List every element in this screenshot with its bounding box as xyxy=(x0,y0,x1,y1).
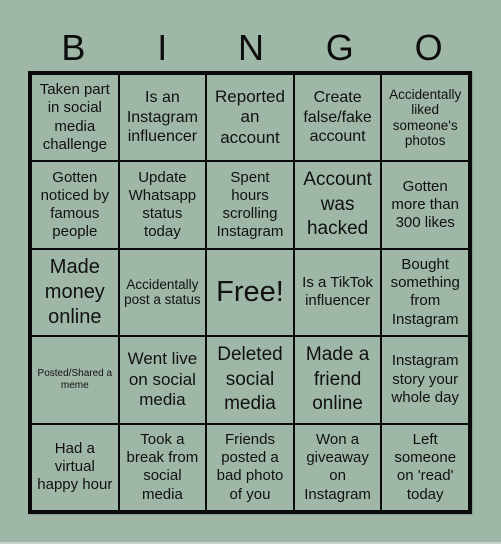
bingo-cell-n5[interactable]: Friends posted a bad photo of you xyxy=(206,423,294,511)
bingo-cell-o4[interactable]: Instagram story your whole day xyxy=(381,336,469,424)
free-space[interactable]: Free! xyxy=(206,248,294,337)
header-letter-o: O xyxy=(414,27,443,68)
bingo-cell-b1[interactable]: Taken part in social media challenge xyxy=(31,74,119,162)
bingo-cell-g1[interactable]: Create false/fake account xyxy=(293,74,382,162)
bingo-header: B I N G O xyxy=(29,28,473,68)
header-letter-i: I xyxy=(157,27,168,68)
bingo-cell-b2[interactable]: Gotten noticed by famous people xyxy=(31,161,119,249)
bingo-cell-n2[interactable]: Spent hours scrolling Instagram xyxy=(206,161,294,249)
bingo-cell-o5[interactable]: Left someone on 'read' today xyxy=(381,423,469,511)
bingo-cell-b4[interactable]: Posted/Shared a meme xyxy=(31,336,119,424)
bingo-cell-g4[interactable]: Made a friend online xyxy=(293,336,382,424)
bingo-cell-g3[interactable]: Is a TikTok influencer xyxy=(293,248,382,337)
bingo-cell-g5[interactable]: Won a giveaway on Instagram xyxy=(293,423,382,511)
bingo-cell-o3[interactable]: Bought something from Instagram xyxy=(381,248,469,337)
bingo-cell-b3[interactable]: Made money online xyxy=(31,248,119,337)
bingo-cell-i4[interactable]: Went live on social media xyxy=(118,336,207,424)
bingo-cell-o2[interactable]: Gotten more than 300 likes xyxy=(381,161,469,249)
bingo-cell-n4[interactable]: Deleted social media xyxy=(206,336,294,424)
bingo-cell-o1[interactable]: Accidentally liked someone's photos xyxy=(381,74,469,162)
bingo-cell-i1[interactable]: Is an Instagram influencer xyxy=(118,74,207,162)
bingo-cell-b5[interactable]: Had a virtual happy hour xyxy=(31,423,119,511)
bingo-cell-i3[interactable]: Accidentally post a status xyxy=(118,248,207,337)
header-letter-n: N xyxy=(237,27,264,68)
bingo-cell-n1[interactable]: Reported an account xyxy=(206,74,294,162)
bingo-cell-i2[interactable]: Update Whatsapp status today xyxy=(118,161,207,249)
header-letter-g: G xyxy=(325,27,354,68)
bingo-cell-i5[interactable]: Took a break from social media xyxy=(118,423,207,511)
bingo-board: Taken part in social media challenge Is … xyxy=(28,71,472,514)
header-letter-b: B xyxy=(61,27,86,68)
bingo-cell-g2[interactable]: Account was hacked xyxy=(293,161,382,249)
